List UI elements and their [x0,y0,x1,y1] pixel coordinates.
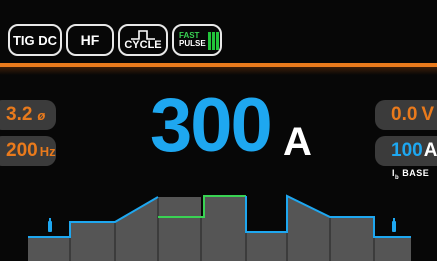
pulse-bars-icon [207,30,219,50]
welding-current-value: 300 [150,83,273,168]
header-glow [0,67,437,75]
pulse-frequency-value: 200 [6,140,38,161]
tig-dc-button[interactable]: TIG DC [8,24,62,56]
base-current-value: 100 [391,140,423,161]
fast-pulse-label: FAST PULSE [179,31,206,49]
cycle-fill [28,196,411,261]
voltage-value: 0.0 [391,104,418,125]
cycle-label: CYCLE [124,38,162,51]
cycle-wave-icon [131,29,155,40]
base-label-text: BASE [402,168,430,178]
base-current-pill[interactable]: 100 A [375,136,437,166]
pulse-frequency-unit: Hz [39,143,56,159]
weld-cycle-diagram [28,194,411,261]
base-current-label: Ib BASE [392,168,429,181]
fast-pulse-button[interactable]: FAST PULSE [172,24,222,56]
welding-current-unit: A [283,120,312,164]
electrode-diameter-pill[interactable]: 3.2 ø [0,100,56,130]
base-current-unit: A [423,140,437,161]
voltage-unit: V [421,104,435,125]
pre-gas-icon [48,218,52,232]
post-gas-icon [392,218,396,232]
hf-button[interactable]: HF [66,24,114,56]
pulse-label: PULSE [179,39,206,48]
pulse-frequency-pill[interactable]: 200 Hz [0,136,56,166]
cycle-button[interactable]: CYCLE [118,24,168,56]
voltage-pill[interactable]: 0.0 V [375,100,437,130]
electrode-diameter-value: 3.2 [6,104,33,125]
diameter-symbol: ø [37,107,46,123]
welder-display: TIG DC HF CYCLE FAST PULSE 3.2 ø 200 Hz … [0,0,437,261]
